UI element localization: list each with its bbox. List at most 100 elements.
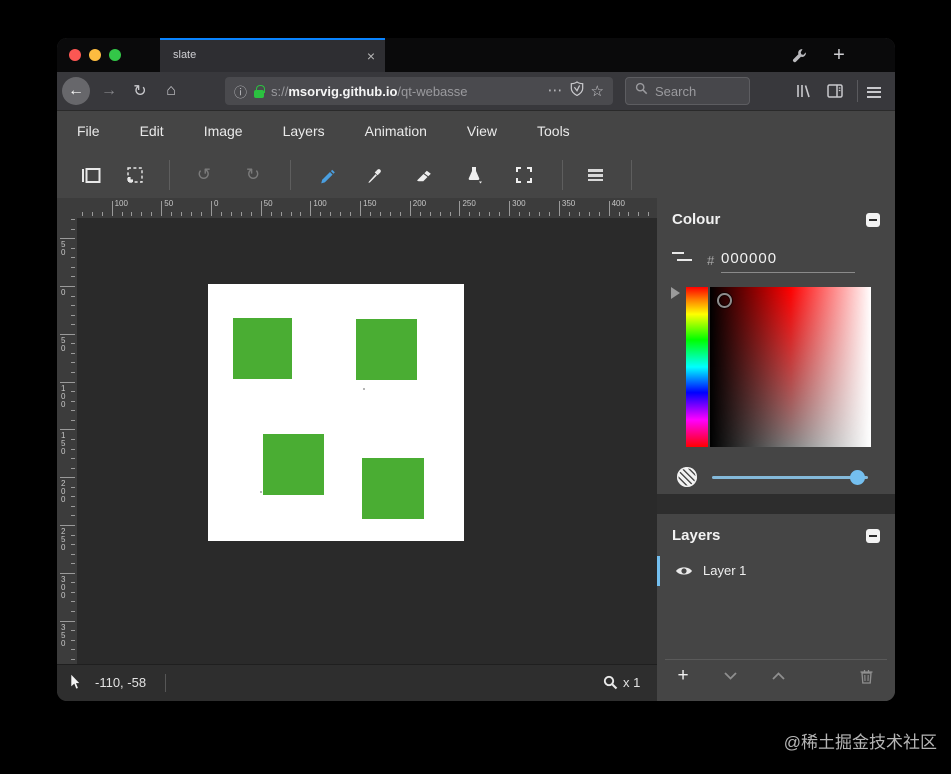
reload-button[interactable]: ↻ [130,82,150,100]
more-icon[interactable]: ⋯ [548,83,563,98]
saturation-lightness-picker[interactable] [710,287,871,447]
menu-item-file[interactable]: File [57,111,120,152]
ruler-tick [71,639,75,641]
ruler-tick [370,212,372,216]
opacity-slider-handle[interactable] [850,470,865,485]
ruler-tick [489,212,491,216]
eyedropper-tool-button[interactable] [361,161,389,189]
drawing-canvas[interactable] [208,284,464,541]
canvas-viewport[interactable] [77,218,657,664]
wrench-icon[interactable] [789,45,809,65]
ruler-tick [71,219,75,221]
tab-slate[interactable]: slate × [160,38,385,72]
ruler-label: 350 [561,199,576,208]
hue-slider[interactable] [686,287,708,447]
ruler-vertical: 5 0 0 5 0 1 0 0 1 5 0 2 0 0 2 5 0 3 0 0 3 5 0 [57,218,77,664]
ruler-tick [638,212,640,216]
ruler-tick [60,286,75,287]
ruler-tick [60,572,75,574]
ruler-tick [578,212,580,216]
layer-row[interactable]: Layer 1 [657,554,895,588]
navigation-toolbar: ← → ↻ ⌂ ⓘ s://msorvig.github.io/qt-webas… [57,72,895,110]
close-traffic-light[interactable] [69,49,81,61]
ruler-tick [60,525,75,526]
toolbar-menu-button[interactable] [582,161,610,189]
selection-tool-button[interactable] [121,161,149,189]
collapse-layers-icon[interactable] [866,529,880,543]
ruler-label: 50 [164,199,174,208]
ruler-tick [350,212,352,216]
ruler-label: 2 5 0 [61,527,66,552]
delete-layer-button[interactable] [854,664,878,688]
ruler-tick [409,201,411,216]
ruler-tick [558,201,560,216]
ruler-tick [469,212,471,216]
statusbar-separator [165,674,166,692]
drawn-square [356,319,417,380]
ruler-tick [71,228,75,230]
lightness-lines-icon[interactable] [672,252,692,261]
forward-button[interactable]: → [99,82,119,100]
undo-button[interactable]: ↺ [190,161,218,189]
hex-input-underline [721,272,855,273]
menu-item-view[interactable]: View [447,111,517,152]
menu-item-tools[interactable]: Tools [517,111,590,152]
info-icon[interactable]: ⓘ [234,82,247,101]
ruler-tick [181,212,183,216]
add-layer-button[interactable]: + [671,664,695,688]
menu-item-image[interactable]: Image [184,111,263,152]
hex-input[interactable]: 000000 [721,250,777,267]
ruler-tick [60,620,75,622]
opacity-slider[interactable] [712,476,868,479]
ruler-tick [360,201,362,216]
ruler-tick [71,410,75,412]
layer-name: Layer 1 [703,563,747,578]
colour-selector-ring[interactable] [717,293,732,308]
layers-toolbar-divider [665,659,887,660]
tab-close-icon[interactable]: × [367,48,375,64]
menu-item-edit[interactable]: Edit [120,111,184,152]
url-text: s://msorvig.github.io/qt-webasse [271,83,468,99]
layer-visibility-icon[interactable] [675,564,693,583]
ruler-tick [529,212,531,216]
library-icon[interactable] [793,82,813,100]
ruler-tick [71,486,75,488]
ruler-tick [81,212,83,216]
pencil-tool-button[interactable] [313,161,341,189]
toolbar-separator [857,80,858,102]
menu-item-layers[interactable]: Layers [263,111,345,152]
ruler-tick [389,212,391,216]
menu-item-animation[interactable]: Animation [345,111,447,152]
move-layer-down-button[interactable] [718,664,742,688]
move-layer-up-button[interactable] [766,664,790,688]
new-tab-button[interactable]: + [829,44,849,66]
collapse-colour-icon[interactable] [866,213,880,227]
crop-tool-button[interactable] [510,161,538,189]
bookmark-star-icon[interactable]: ☆ [591,82,604,100]
cursor-coordinates: -110, -58 [95,675,147,690]
ruler-tick [230,212,232,216]
eraser-tool-button[interactable] [408,161,436,189]
ruler-tick [171,212,173,216]
ruler-label: 1 0 0 [61,383,66,409]
ruler-label: 5 0 [61,335,66,353]
zoom-traffic-light[interactable] [109,49,121,61]
fill-tool-button[interactable] [460,161,488,189]
sidebar-icon[interactable] [825,82,845,100]
redo-button[interactable]: ↻ [239,161,267,189]
ruler-tick [71,505,75,507]
search-input[interactable]: Search [625,77,750,105]
canvas-size-button[interactable] [77,161,105,189]
back-button[interactable]: ← [62,77,90,105]
home-button[interactable]: ⌂ [161,82,181,100]
ruler-tick [210,201,212,216]
search-icon [635,82,648,100]
drawn-speck [260,491,262,493]
menu-icon[interactable] [867,82,887,100]
ruler-tick [270,212,272,216]
minimize-traffic-light[interactable] [89,49,101,61]
toolbar-separator [562,160,563,190]
urlbar[interactable]: ⓘ s://msorvig.github.io/qt-webasse ⋯ ☆ [225,77,613,105]
ruler-tick [220,212,222,216]
shield-icon[interactable] [570,81,584,101]
